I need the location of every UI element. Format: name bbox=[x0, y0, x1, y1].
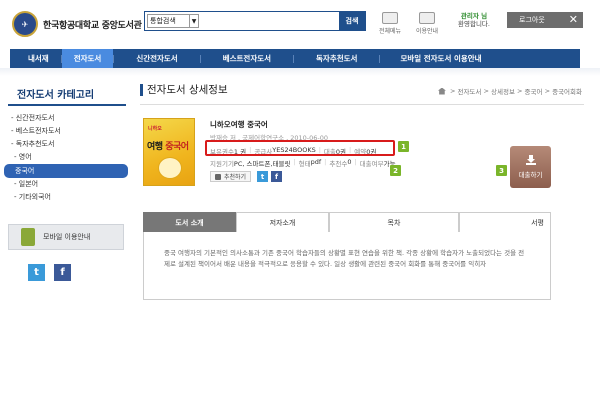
sidebar-item-new-ebooks[interactable]: - 신간전자도서 bbox=[8, 112, 128, 125]
recommend-label: 추천하기 bbox=[224, 174, 247, 181]
breadcrumb-sep: > bbox=[544, 87, 551, 95]
borrow-button[interactable]: 대출하기 bbox=[510, 146, 551, 188]
info-divider: | bbox=[293, 158, 296, 166]
cover-title: 여행 중국어 bbox=[147, 139, 189, 152]
recommend-count-value: 0 bbox=[347, 158, 352, 166]
highlight-box bbox=[205, 140, 395, 156]
share-facebook-icon[interactable]: f bbox=[271, 171, 282, 182]
info-divider: | bbox=[324, 158, 327, 166]
info-divider: | bbox=[354, 158, 357, 166]
sidebar-divider bbox=[8, 104, 126, 106]
cover-title-b: 중국어 bbox=[165, 142, 189, 152]
search-bar: 통합검색 ▼ 검색 bbox=[144, 11, 366, 31]
search-input[interactable] bbox=[201, 12, 339, 30]
breadcrumb-item[interactable]: 상세정보 bbox=[491, 86, 515, 96]
logout-label: 로그아웃 bbox=[519, 16, 545, 24]
mobile-guide-banner[interactable]: 모바일 이용안내 bbox=[8, 224, 124, 250]
thumbs-up-icon bbox=[215, 173, 221, 180]
sidebar-item-chinese[interactable]: 중국어 bbox=[4, 164, 128, 178]
nav-item-ebooks[interactable]: 전자도서 bbox=[61, 49, 114, 68]
recommend-count-label: 추천수 bbox=[329, 160, 348, 168]
university-emblem-icon: ✈ bbox=[12, 11, 38, 37]
breadcrumb: > 전자도서 > 상세정보 > 중국어 > 중국어회화 bbox=[437, 86, 582, 96]
tab-contents[interactable]: 목차 bbox=[329, 212, 459, 232]
category-list: - 신간전자도서 - 베스트전자도서 - 독자추천도서 - 영어 중국어 - 일… bbox=[4, 112, 128, 204]
availability-label: 대출여부 bbox=[359, 160, 384, 168]
all-menu-button[interactable]: 전체메뉴 bbox=[376, 12, 404, 35]
all-menu-label: 전체메뉴 bbox=[378, 28, 402, 35]
content-divider bbox=[140, 104, 584, 105]
logout-button[interactable]: 로그아웃 ✕ bbox=[507, 12, 583, 28]
user-name: 관리자 님 bbox=[460, 12, 488, 20]
tab-author-intro[interactable]: 저자소개 bbox=[236, 212, 329, 232]
nav-item-best-ebooks[interactable]: 베스트전자도서 bbox=[201, 49, 293, 68]
breadcrumb-sep: > bbox=[483, 87, 489, 95]
nav-item-my-library[interactable]: 내서재 bbox=[16, 49, 61, 68]
device-label: 지원기기 bbox=[210, 160, 234, 168]
breadcrumb-item[interactable]: 전자도서 bbox=[457, 86, 481, 96]
format-label: 형태 bbox=[298, 160, 311, 168]
search-scope-select[interactable]: 통합검색 ▼ bbox=[147, 14, 199, 28]
sidebar-title: 전자도서 카테고리 bbox=[17, 90, 95, 101]
twitter-icon[interactable]: t bbox=[28, 264, 45, 281]
support-info: 지원기기 PC, 스마트폰,태블릿 | 형태 pdf | 추천수 0 | 대출여… bbox=[210, 158, 396, 168]
sidebar-item-best-ebooks[interactable]: - 베스트전자도서 bbox=[8, 125, 128, 138]
book-title: 니하오여행 중국어 bbox=[210, 120, 268, 129]
close-icon: ✕ bbox=[568, 13, 578, 26]
recommend-button[interactable]: 추천하기 bbox=[210, 171, 252, 182]
home-icon[interactable] bbox=[437, 87, 446, 95]
nav-item-reader-picks[interactable]: 독자추천도서 bbox=[294, 49, 379, 68]
breadcrumb-sep: > bbox=[449, 87, 456, 95]
search-button[interactable]: 검색 bbox=[339, 12, 365, 30]
breadcrumb-item[interactable]: 중국어 bbox=[525, 86, 543, 96]
share-twitter-icon[interactable]: t bbox=[257, 171, 268, 182]
logo-text: 한국항공대학교 중앙도서관 bbox=[43, 20, 142, 31]
badge-3: 3 bbox=[496, 165, 507, 176]
borrow-label: 대출하기 bbox=[518, 171, 543, 179]
user-greeting: 관리자 님 환영합니다. bbox=[452, 12, 496, 28]
facebook-icon[interactable]: f bbox=[54, 264, 71, 281]
badge-2: 2 bbox=[390, 165, 401, 176]
usage-guide-button[interactable]: 이용안내 bbox=[413, 12, 441, 35]
menu-icon bbox=[382, 12, 398, 24]
mobile-guide-label: 모바일 이용안내 bbox=[43, 233, 91, 241]
sidebar-item-english[interactable]: - 영어 bbox=[8, 151, 128, 164]
device-value: PC, 스마트폰,태블릿 bbox=[233, 160, 291, 168]
cover-illustration bbox=[158, 157, 182, 179]
usage-guide-label: 이용안내 bbox=[415, 28, 439, 35]
tab-book-intro[interactable]: 도서 소개 bbox=[143, 212, 236, 232]
library-logo[interactable]: ✈ 한국항공대학교 중앙도서관 bbox=[12, 9, 142, 39]
search-scope-value: 통합검색 bbox=[150, 17, 176, 25]
page-title: 전자도서 상세정보 bbox=[140, 84, 228, 96]
chevron-down-icon: ▼ bbox=[189, 15, 198, 27]
format-value: pdf bbox=[310, 158, 322, 166]
breadcrumb-sep: > bbox=[517, 87, 523, 95]
sidebar-item-other-languages[interactable]: - 기타외국어 bbox=[8, 191, 128, 204]
welcome-text: 환영합니다. bbox=[458, 20, 490, 28]
nav-shadow bbox=[0, 68, 600, 76]
download-icon bbox=[525, 155, 536, 165]
nav-item-mobile-guide[interactable]: 모바일 전자도서 이용안내 bbox=[380, 49, 501, 68]
mobile-phone-icon bbox=[21, 228, 35, 246]
sidebar-item-reader-picks[interactable]: - 독자추천도서 bbox=[8, 138, 128, 151]
tab-reviews[interactable]: 서평 bbox=[459, 212, 551, 232]
detail-tabs: 도서 소개 저자소개 목차 서평 bbox=[143, 212, 551, 232]
main-nav: 내서재 전자도서 신간전자도서 베스트전자도서 독자추천도서 모바일 전자도서 … bbox=[10, 49, 580, 68]
sidebar-item-japanese[interactable]: - 일본어 bbox=[8, 178, 128, 191]
nav-item-new-ebooks[interactable]: 신간전자도서 bbox=[114, 49, 199, 68]
breadcrumb-item[interactable]: 중국어회화 bbox=[552, 86, 582, 96]
book-description: 중국 여행자의 기본적인 의사소통과 기존 중국어 학습자들의 상황별 표현 연… bbox=[143, 232, 551, 300]
info-icon bbox=[419, 12, 435, 24]
badge-1: 1 bbox=[398, 141, 409, 152]
book-cover[interactable]: 니하오 여행 중국어 bbox=[143, 118, 195, 186]
cover-small-text: 니하오 bbox=[148, 126, 162, 132]
cover-title-a: 여행 bbox=[147, 142, 166, 152]
